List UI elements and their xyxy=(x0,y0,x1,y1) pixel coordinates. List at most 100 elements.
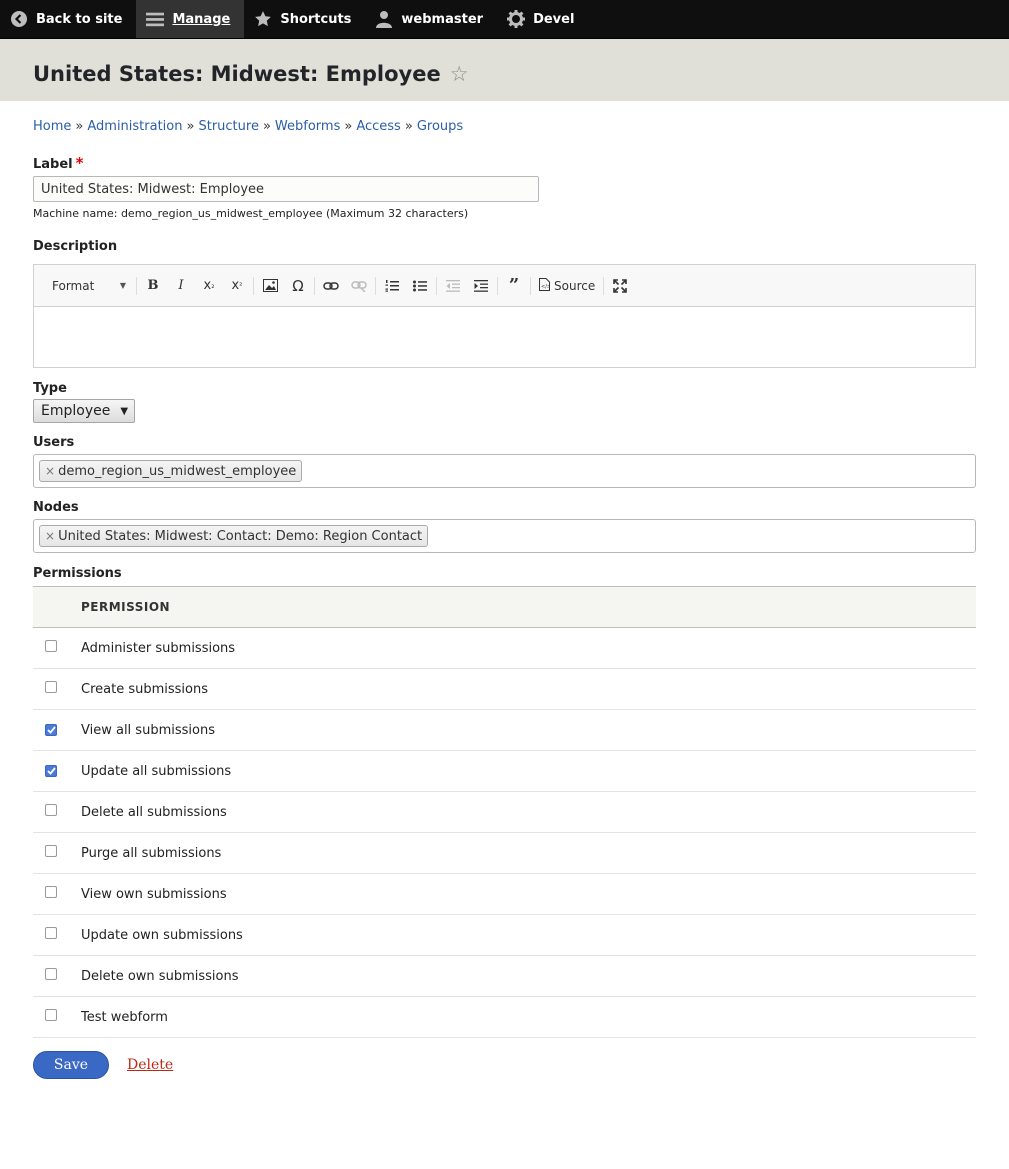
outdent-icon[interactable] xyxy=(439,274,467,298)
users-field-wrapper: Users × demo_region_us_midwest_employee xyxy=(33,435,976,488)
format-dropdown[interactable]: Format ▼ xyxy=(44,279,134,293)
permission-checkbox[interactable] xyxy=(45,886,57,898)
shortcuts-label: Shortcuts xyxy=(280,11,352,27)
source-document-icon: </> xyxy=(539,277,551,294)
permission-label: Administer submissions xyxy=(80,627,976,669)
permission-checkbox[interactable] xyxy=(45,927,57,939)
delete-link[interactable]: Delete xyxy=(127,1057,173,1073)
label-input[interactable] xyxy=(33,176,539,202)
permission-checkbox[interactable] xyxy=(45,804,57,816)
required-marker: * xyxy=(75,154,84,172)
node-chip-label: United States: Midwest: Contact: Demo: R… xyxy=(58,528,423,544)
image-icon[interactable] xyxy=(256,274,284,298)
permission-checkbox[interactable] xyxy=(45,640,57,652)
node-chip: × United States: Midwest: Contact: Demo:… xyxy=(39,525,429,547)
hamburger-menu-icon xyxy=(146,10,165,28)
breadcrumb: Home» Administration» Structure» Webforms» A… xyxy=(33,119,464,134)
type-label: Type xyxy=(33,381,67,396)
type-selected-value: Employee xyxy=(41,403,111,419)
permissions-table: PERMISSION Administer submissions Create … xyxy=(33,586,976,1038)
user-chip-label: demo_region_us_midwest_employee xyxy=(58,463,297,479)
unlink-icon[interactable] xyxy=(345,274,373,298)
table-row: View all submissions xyxy=(33,709,976,751)
save-button[interactable]: Save xyxy=(33,1051,109,1079)
breadcrumb-administration[interactable]: Administration xyxy=(87,119,182,134)
permission-label: Delete all submissions xyxy=(80,791,976,833)
table-row: Delete all submissions xyxy=(33,791,976,833)
main-content: Home» Administration» Structure» Webforms» A… xyxy=(0,119,1009,1079)
remove-chip-icon[interactable]: × xyxy=(45,464,55,478)
permission-label: Purge all submissions xyxy=(80,832,976,874)
table-row: Delete own submissions xyxy=(33,955,976,997)
permissions-field-wrapper: Permissions PERMISSION Administer submis… xyxy=(33,566,976,1038)
permission-label: Update all submissions xyxy=(80,750,976,792)
select-arrow-icon: ▼ xyxy=(120,405,129,417)
manage-label: Manage xyxy=(172,11,231,27)
dropdown-arrow-icon: ▼ xyxy=(119,281,126,290)
permission-checkbox[interactable] xyxy=(45,723,57,736)
table-row: Administer submissions xyxy=(33,627,976,669)
user-tab[interactable]: webmaster xyxy=(365,0,497,38)
permission-label: Test webform xyxy=(80,996,976,1038)
breadcrumb-structure[interactable]: Structure xyxy=(198,119,258,134)
superscript-icon[interactable]: x² xyxy=(223,274,251,298)
permission-checkbox[interactable] xyxy=(45,764,57,777)
back-to-site-link[interactable]: Back to site xyxy=(0,0,136,38)
form-actions: Save Delete xyxy=(33,1051,976,1079)
description-field-wrapper: Description Format ▼ B I x₂ x² Ω ” </> S… xyxy=(33,239,976,368)
user-icon xyxy=(375,10,393,28)
numbered-list-icon[interactable] xyxy=(378,274,406,298)
table-row: View own submissions xyxy=(33,873,976,915)
bulleted-list-icon[interactable] xyxy=(406,274,434,298)
table-row: Test webform xyxy=(33,996,976,1038)
editor-body[interactable] xyxy=(34,307,975,367)
italic-icon[interactable]: I xyxy=(167,274,195,298)
manage-tab[interactable]: Manage xyxy=(136,0,245,38)
shortcuts-tab[interactable]: Shortcuts xyxy=(244,0,365,38)
nodes-label: Nodes xyxy=(33,500,79,515)
page-title: United States: Midwest: Employee xyxy=(33,62,441,86)
table-row: Update all submissions xyxy=(33,750,976,792)
breadcrumb-home[interactable]: Home xyxy=(33,119,71,134)
permission-checkbox[interactable] xyxy=(45,1009,57,1021)
source-button[interactable]: </> Source xyxy=(533,277,601,294)
nodes-multiselect[interactable]: × United States: Midwest: Contact: Demo:… xyxy=(33,519,976,553)
permission-column-header: PERMISSION xyxy=(80,586,976,628)
type-select[interactable]: Employee ▼ xyxy=(33,399,136,423)
permission-checkbox[interactable] xyxy=(45,681,57,693)
permission-checkbox[interactable] xyxy=(45,968,57,980)
subscript-icon[interactable]: x₂ xyxy=(195,274,223,298)
back-arrow-icon xyxy=(10,10,28,28)
breadcrumb-webforms[interactable]: Webforms xyxy=(275,119,340,134)
bold-icon[interactable]: B xyxy=(139,274,167,298)
breadcrumb-groups[interactable]: Groups xyxy=(417,119,463,134)
breadcrumb-access[interactable]: Access xyxy=(356,119,401,134)
permission-checkbox[interactable] xyxy=(45,845,57,857)
indent-icon[interactable] xyxy=(467,274,495,298)
format-label: Format xyxy=(52,278,95,293)
blockquote-icon[interactable]: ” xyxy=(500,274,528,298)
back-to-site-label: Back to site xyxy=(36,11,123,27)
admin-toolbar: Back to site Manage Shortcuts webmaster … xyxy=(0,0,1009,39)
type-field-wrapper: Type Employee ▼ xyxy=(33,381,976,423)
table-row: Create submissions xyxy=(33,668,976,710)
maximize-icon[interactable] xyxy=(606,274,634,298)
page-header: United States: Midwest: Employee ☆ xyxy=(0,39,1009,101)
source-label: Source xyxy=(554,278,596,293)
permission-label: View own submissions xyxy=(80,873,976,915)
permission-label: Update own submissions xyxy=(80,914,976,956)
devel-label: Devel xyxy=(533,11,575,27)
remove-chip-icon[interactable]: × xyxy=(45,529,55,543)
label-field-wrapper: Label* Machine name: demo_region_us_midw… xyxy=(33,154,976,220)
user-label: webmaster xyxy=(401,11,484,27)
machine-name-description: Machine name: demo_region_us_midwest_emp… xyxy=(33,207,469,220)
permission-label: Delete own submissions xyxy=(80,955,976,997)
table-row: Update own submissions xyxy=(33,914,976,956)
permission-label: View all submissions xyxy=(80,709,976,751)
svg-text:</>: </> xyxy=(541,284,550,290)
users-multiselect[interactable]: × demo_region_us_midwest_employee xyxy=(33,454,976,488)
link-icon[interactable] xyxy=(317,274,345,298)
devel-tab[interactable]: Devel xyxy=(497,0,588,38)
shortcut-star-icon[interactable]: ☆ xyxy=(450,63,469,85)
special-character-icon[interactable]: Ω xyxy=(284,274,312,298)
